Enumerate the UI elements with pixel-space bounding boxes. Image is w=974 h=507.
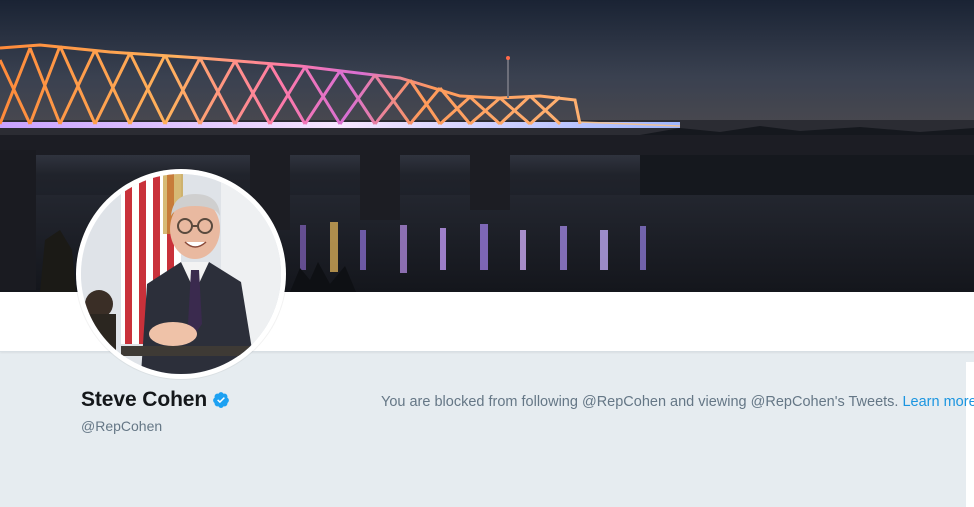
blocked-notice: You are blocked from following @RepCohen… [381,394,974,410]
blocked-notice-text: You are blocked from following @RepCohen… [381,394,899,410]
profile-sidebar-edge [966,362,974,507]
profile-handle[interactable]: @RepCohen [81,418,162,434]
profile-name[interactable]: Steve Cohen [81,388,207,412]
profile-name-row: Steve Cohen [81,388,230,412]
verified-badge-icon [212,391,230,409]
profile-avatar[interactable] [76,169,286,379]
profile-page: Steve Cohen @RepCohen You are blocked fr… [0,0,974,507]
avatar-photo [81,174,281,374]
learn-more-link[interactable]: Learn more [902,394,974,410]
